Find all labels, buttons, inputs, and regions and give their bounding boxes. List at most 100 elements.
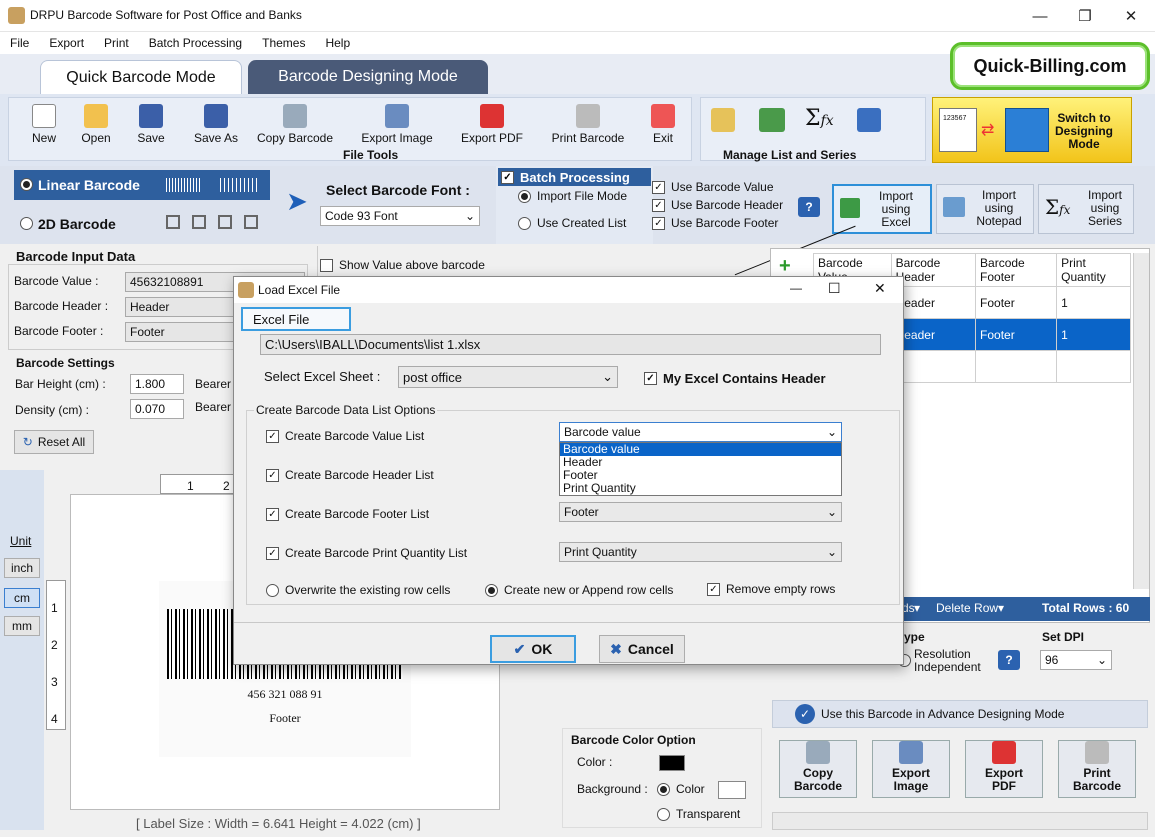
help-icon[interactable]: ? <box>798 197 820 217</box>
bg-color-radio[interactable] <box>657 782 670 796</box>
excel-list-icon[interactable] <box>759 108 785 132</box>
series-icon[interactable]: Σfx <box>805 106 834 131</box>
footer-column-select[interactable]: Footer ⌄ <box>559 502 842 522</box>
value-column-select[interactable]: Barcode value ⌄ <box>559 422 842 442</box>
export-image-button[interactable]: Export Image <box>354 104 440 145</box>
header-list-checkbox[interactable]: ✓ <box>266 468 279 482</box>
use-footer-checkbox[interactable]: ✓ <box>652 216 665 230</box>
save-as-button[interactable]: Save As <box>181 104 251 145</box>
qty-column-select[interactable]: Print Quantity ⌄ <box>559 542 842 562</box>
transparent-radio[interactable] <box>657 807 670 821</box>
has-header-option[interactable]: ✓ My Excel Contains Header <box>644 371 826 386</box>
use-header-option[interactable]: ✓ Use Barcode Header <box>652 198 783 212</box>
edit-list-icon[interactable] <box>711 108 735 132</box>
dialog-maximize-icon[interactable]: ☐ <box>828 280 841 297</box>
use-header-checkbox[interactable]: ✓ <box>652 198 665 212</box>
bar-height-input[interactable]: 1.800 <box>130 374 184 394</box>
created-list-radio[interactable] <box>518 216 531 230</box>
dropdown-option-header[interactable]: Header <box>560 456 841 469</box>
use-value-option[interactable]: ✓ Use Barcode Value <box>652 180 774 194</box>
copy-barcode-large-button[interactable]: Copy Barcode <box>779 740 857 798</box>
advance-designing-option[interactable]: ✓ Use this Barcode in Advance Designing … <box>772 700 1148 728</box>
dropdown-option-print-quantity[interactable]: Print Quantity <box>560 482 841 495</box>
reset-all-button[interactable]: ↻ Reset All <box>14 430 94 454</box>
cell[interactable]: Footer <box>975 286 1058 319</box>
resolution-help-icon[interactable]: ? <box>998 650 1020 670</box>
copy-barcode-button[interactable]: Copy Barcode <box>251 104 339 145</box>
append-option[interactable]: Create new or Append row cells <box>485 583 673 597</box>
ok-button[interactable]: ✔ OK <box>490 635 576 663</box>
font-select[interactable]: Code 93 Font ⌄ <box>320 206 480 226</box>
close-button[interactable]: ✕ <box>1108 0 1154 32</box>
cancel-button[interactable]: ✖ Cancel <box>599 635 685 663</box>
print-barcode-button[interactable]: Print Barcode <box>545 104 631 145</box>
delete-row-menu[interactable]: Delete Row <box>936 601 998 615</box>
batch-checkbox[interactable]: ✓ <box>501 170 514 184</box>
dropdown-option-barcode-value[interactable]: Barcode value <box>560 443 841 456</box>
linear-barcode-option[interactable]: Linear Barcode <box>14 170 270 200</box>
footer-list-checkbox[interactable]: ✓ <box>266 507 279 521</box>
dialog-minimize-icon[interactable]: — <box>790 281 802 295</box>
import-notepad-button[interactable]: Import using Notepad <box>936 184 1034 234</box>
sheet-select[interactable]: post office ⌄ <box>398 366 618 388</box>
transparent-option[interactable]: Transparent <box>657 807 740 821</box>
excel-path-input[interactable]: C:\Users\IBALL\Documents\list 1.xlsx <box>260 334 881 355</box>
overwrite-radio[interactable] <box>266 583 279 597</box>
export-image-large-button[interactable]: Export Image <box>872 740 950 798</box>
tab-quick-barcode-mode[interactable]: Quick Barcode Mode <box>40 60 242 94</box>
append-radio[interactable] <box>485 583 498 597</box>
tab-barcode-designing-mode[interactable]: Barcode Designing Mode <box>248 60 488 94</box>
2d-barcode-option[interactable]: 2D Barcode <box>14 212 270 238</box>
qty-list-checkbox[interactable]: ✓ <box>266 546 279 560</box>
minimize-button[interactable]: — <box>1017 0 1063 32</box>
print-barcode-large-button[interactable]: Print Barcode <box>1058 740 1136 798</box>
use-value-checkbox[interactable]: ✓ <box>652 180 665 194</box>
dpi-select[interactable]: 96 ⌄ <box>1040 650 1112 670</box>
unit-mm-button[interactable]: mm <box>4 616 40 636</box>
menu-batch-processing[interactable]: Batch Processing <box>149 32 242 54</box>
switch-designing-button[interactable]: 123567 ⇄ Switch to Designing Mode <box>932 97 1132 163</box>
create-value-list-option[interactable]: ✓ Create Barcode Value List <box>266 429 424 443</box>
has-header-checkbox[interactable]: ✓ <box>644 372 657 385</box>
cell[interactable]: 1 <box>1056 318 1131 351</box>
create-footer-list-option[interactable]: ✓ Create Barcode Footer List <box>266 507 429 521</box>
import-excel-button[interactable]: Import using Excel <box>832 184 932 234</box>
import-series-button[interactable]: Σfx Import using Series <box>1038 184 1134 234</box>
unit-inch-button[interactable]: inch <box>4 558 40 578</box>
exit-button[interactable]: Exit <box>639 104 687 145</box>
save-button[interactable]: Save <box>116 104 186 145</box>
barcode-color-swatch[interactable] <box>659 755 685 771</box>
menu-file[interactable]: File <box>10 32 29 54</box>
2d-radio[interactable] <box>20 217 33 230</box>
batch-processing-toggle[interactable]: ✓ Batch Processing <box>498 168 651 186</box>
dialog-close-icon[interactable]: ✕ <box>874 280 886 297</box>
import-mode-radio[interactable] <box>518 189 531 203</box>
linear-radio[interactable] <box>20 178 33 191</box>
swap-icon[interactable] <box>857 108 881 132</box>
add-row-icon[interactable]: + <box>779 255 791 278</box>
show-value-above-option[interactable]: Show Value above barcode <box>320 258 485 272</box>
background-color-option[interactable]: Color <box>657 782 705 796</box>
density-input[interactable]: 0.070 <box>130 399 184 419</box>
export-pdf-button[interactable]: Export PDF <box>457 104 527 145</box>
value-list-checkbox[interactable]: ✓ <box>266 429 279 443</box>
create-qty-list-option[interactable]: ✓ Create Barcode Print Quantity List <box>266 546 467 560</box>
unit-cm-button[interactable]: cm <box>4 588 40 608</box>
menu-themes[interactable]: Themes <box>262 32 305 54</box>
export-pdf-large-button[interactable]: Export PDF <box>965 740 1043 798</box>
menu-help[interactable]: Help <box>325 32 350 54</box>
overwrite-option[interactable]: Overwrite the existing row cells <box>266 583 450 597</box>
cell[interactable]: Footer <box>975 318 1058 351</box>
horizontal-scrollbar[interactable] <box>772 812 1148 830</box>
table-scrollbar[interactable] <box>1133 253 1149 589</box>
menu-export[interactable]: Export <box>49 32 84 54</box>
background-color-swatch[interactable] <box>718 781 746 799</box>
remove-empty-checkbox[interactable]: ✓ <box>707 582 720 596</box>
remove-empty-option[interactable]: ✓ Remove empty rows <box>707 582 835 596</box>
use-created-list-option[interactable]: Use Created List <box>518 216 626 230</box>
cell[interactable]: 1 <box>1056 286 1131 319</box>
show-value-checkbox[interactable] <box>320 258 333 272</box>
import-file-mode-option[interactable]: Import File Mode <box>518 189 627 203</box>
menu-print[interactable]: Print <box>104 32 129 54</box>
use-footer-option[interactable]: ✓ Use Barcode Footer <box>652 216 778 230</box>
